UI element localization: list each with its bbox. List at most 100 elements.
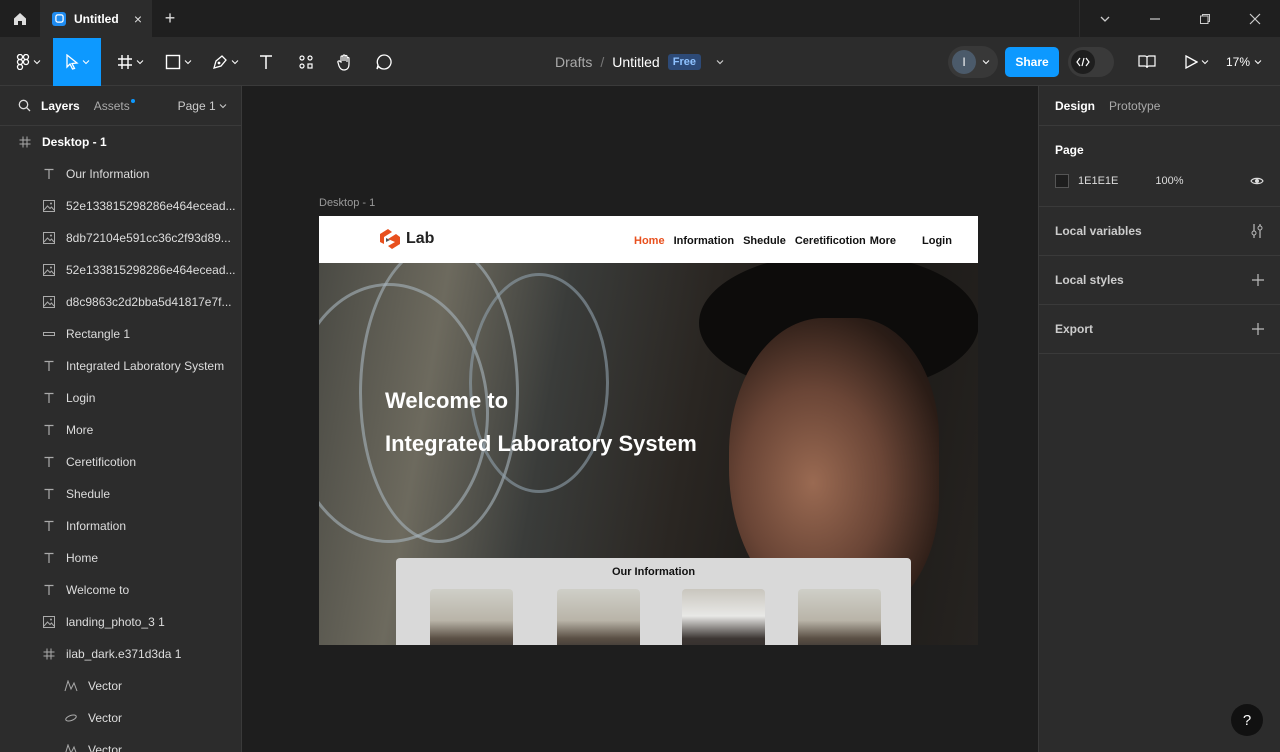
info-photo[interactable]	[430, 589, 513, 645]
color-swatch[interactable]	[1055, 174, 1069, 188]
canvas[interactable]: Desktop - 1 Welcome to Integrated Labora…	[242, 86, 1038, 752]
shape-tool-button[interactable]	[158, 38, 198, 86]
close-window-button[interactable]	[1230, 0, 1280, 38]
pen-tool-button[interactable]	[205, 38, 245, 86]
layer-item[interactable]: 52e133815298286e464ecead...	[0, 254, 241, 286]
tab-assets[interactable]: Assets	[94, 98, 135, 113]
nav-login[interactable]: Login	[922, 235, 952, 247]
file-tab[interactable]: Untitled ×	[40, 0, 152, 38]
help-button[interactable]: ?	[1231, 704, 1263, 736]
sliders-icon[interactable]	[1250, 223, 1264, 239]
hero-heading-line2[interactable]: Integrated Laboratory System	[385, 431, 697, 457]
info-photo[interactable]	[557, 589, 640, 645]
layer-item[interactable]: Vector	[0, 670, 241, 702]
page-section: Page 1E1E1E 100%	[1039, 126, 1280, 207]
plus-icon[interactable]	[1252, 323, 1264, 335]
layer-label: Information	[66, 519, 127, 533]
layer-item[interactable]: Welcome to	[0, 574, 241, 606]
tab-prototype[interactable]: Prototype	[1109, 99, 1160, 113]
new-tab-button[interactable]: +	[152, 0, 188, 38]
hand-tool-button[interactable]	[331, 38, 359, 86]
nav-information[interactable]: Information	[674, 235, 735, 247]
layer-item[interactable]: Shedule	[0, 478, 241, 510]
dev-mode-toggle[interactable]	[1068, 47, 1114, 77]
nav-shedule[interactable]: Shedule	[743, 235, 786, 247]
plan-badge[interactable]: Free	[667, 54, 701, 70]
layer-item[interactable]: Home	[0, 542, 241, 574]
layer-item[interactable]: landing_photo_3 1	[0, 606, 241, 638]
home-button[interactable]	[0, 0, 40, 38]
nav-ceretificotion[interactable]: Ceretificotion	[795, 235, 866, 247]
resources-button[interactable]	[292, 38, 320, 86]
text-tool-button[interactable]	[252, 38, 280, 86]
page-opacity-value[interactable]: 100%	[1155, 175, 1183, 187]
nav-home[interactable]: Home	[634, 235, 665, 247]
main-menu-button[interactable]	[10, 38, 46, 86]
local-styles-section[interactable]: Local styles	[1039, 256, 1280, 305]
nav-more[interactable]: More	[870, 235, 896, 247]
layer-item[interactable]: ilab_dark.e371d3da 1	[0, 638, 241, 670]
page-color-value[interactable]: 1E1E1E	[1078, 175, 1118, 187]
chevron-down-icon	[184, 60, 191, 65]
info-photo[interactable]	[682, 589, 765, 645]
comment-tool-button[interactable]	[370, 38, 398, 86]
hero-heading-line1[interactable]: Welcome to	[385, 388, 508, 414]
file-title[interactable]: Untitled	[612, 54, 659, 70]
notification-dot	[130, 98, 135, 103]
tab-layers[interactable]: Layers	[41, 99, 80, 113]
info-card[interactable]: Our Information	[396, 558, 911, 645]
chevron-down-icon[interactable]	[715, 57, 725, 67]
desktop-frame[interactable]: Welcome to Integrated Laboratory System …	[319, 216, 978, 645]
info-photo[interactable]	[798, 589, 881, 645]
move-tool-button[interactable]	[53, 38, 101, 86]
plus-icon[interactable]	[1252, 274, 1264, 286]
layer-item[interactable]: Integrated Laboratory System	[0, 350, 241, 382]
eye-icon[interactable]	[1250, 176, 1264, 186]
text-t-icon	[42, 424, 56, 436]
minimize-icon	[1150, 18, 1160, 20]
minimize-button[interactable]	[1130, 0, 1180, 38]
layer-item[interactable]: Vector	[0, 702, 241, 734]
breadcrumb-drafts[interactable]: Drafts	[555, 54, 592, 70]
frame-label[interactable]: Desktop - 1	[319, 197, 375, 209]
chevron-down-icon	[82, 60, 89, 65]
layer-item[interactable]: Vector	[0, 734, 241, 752]
share-button[interactable]: Share	[1005, 47, 1059, 77]
layer-item[interactable]: More	[0, 414, 241, 446]
tabs-menu-button[interactable]	[1080, 0, 1130, 38]
properties-tabs: Design Prototype	[1039, 86, 1280, 126]
tab-design[interactable]: Design	[1055, 99, 1095, 113]
frame-tool-button[interactable]	[110, 38, 150, 86]
multiplayer-avatars[interactable]: I	[948, 46, 998, 78]
chevron-down-icon	[982, 60, 990, 65]
figma-file-icon	[52, 11, 66, 26]
layer-item[interactable]: Our Information	[0, 158, 241, 190]
layer-item[interactable]: Ceretificotion	[0, 446, 241, 478]
close-tab-icon[interactable]: ×	[134, 11, 142, 27]
site-navbar[interactable]: Lab Home Information Shedule Ceretificot…	[319, 216, 978, 263]
search-icon[interactable]	[18, 99, 31, 112]
page-selector[interactable]: Page 1	[178, 99, 227, 113]
layer-item[interactable]: Information	[0, 510, 241, 542]
title-bar: Untitled × +	[0, 0, 1280, 38]
layer-item[interactable]: Rectangle 1	[0, 318, 241, 350]
restore-button[interactable]	[1180, 0, 1230, 38]
hero-image[interactable]: Welcome to Integrated Laboratory System …	[319, 243, 978, 645]
layer-label: 52e133815298286e464ecead...	[66, 199, 236, 213]
zoom-control[interactable]: 17%	[1226, 38, 1262, 86]
text-t-icon	[42, 520, 56, 532]
layer-item[interactable]: Desktop - 1	[0, 126, 241, 158]
layer-item[interactable]: 8db72104e591cc36c2f93d89...	[0, 222, 241, 254]
page-background-row[interactable]: 1E1E1E 100%	[1055, 174, 1264, 188]
local-variables-section[interactable]: Local variables	[1039, 207, 1280, 256]
export-section[interactable]: Export	[1039, 305, 1280, 354]
layer-label: Vector	[88, 711, 123, 725]
chevron-down-icon	[231, 60, 238, 65]
present-button[interactable]	[1176, 38, 1216, 86]
layer-item[interactable]: 52e133815298286e464ecead...	[0, 190, 241, 222]
info-card-title[interactable]: Our Information	[396, 566, 911, 578]
layer-item[interactable]: d8c9863c2d2bba5d41817e7f...	[0, 286, 241, 318]
library-button[interactable]	[1133, 38, 1161, 86]
layer-item[interactable]: Login	[0, 382, 241, 414]
site-logo[interactable]: Lab	[378, 228, 434, 250]
